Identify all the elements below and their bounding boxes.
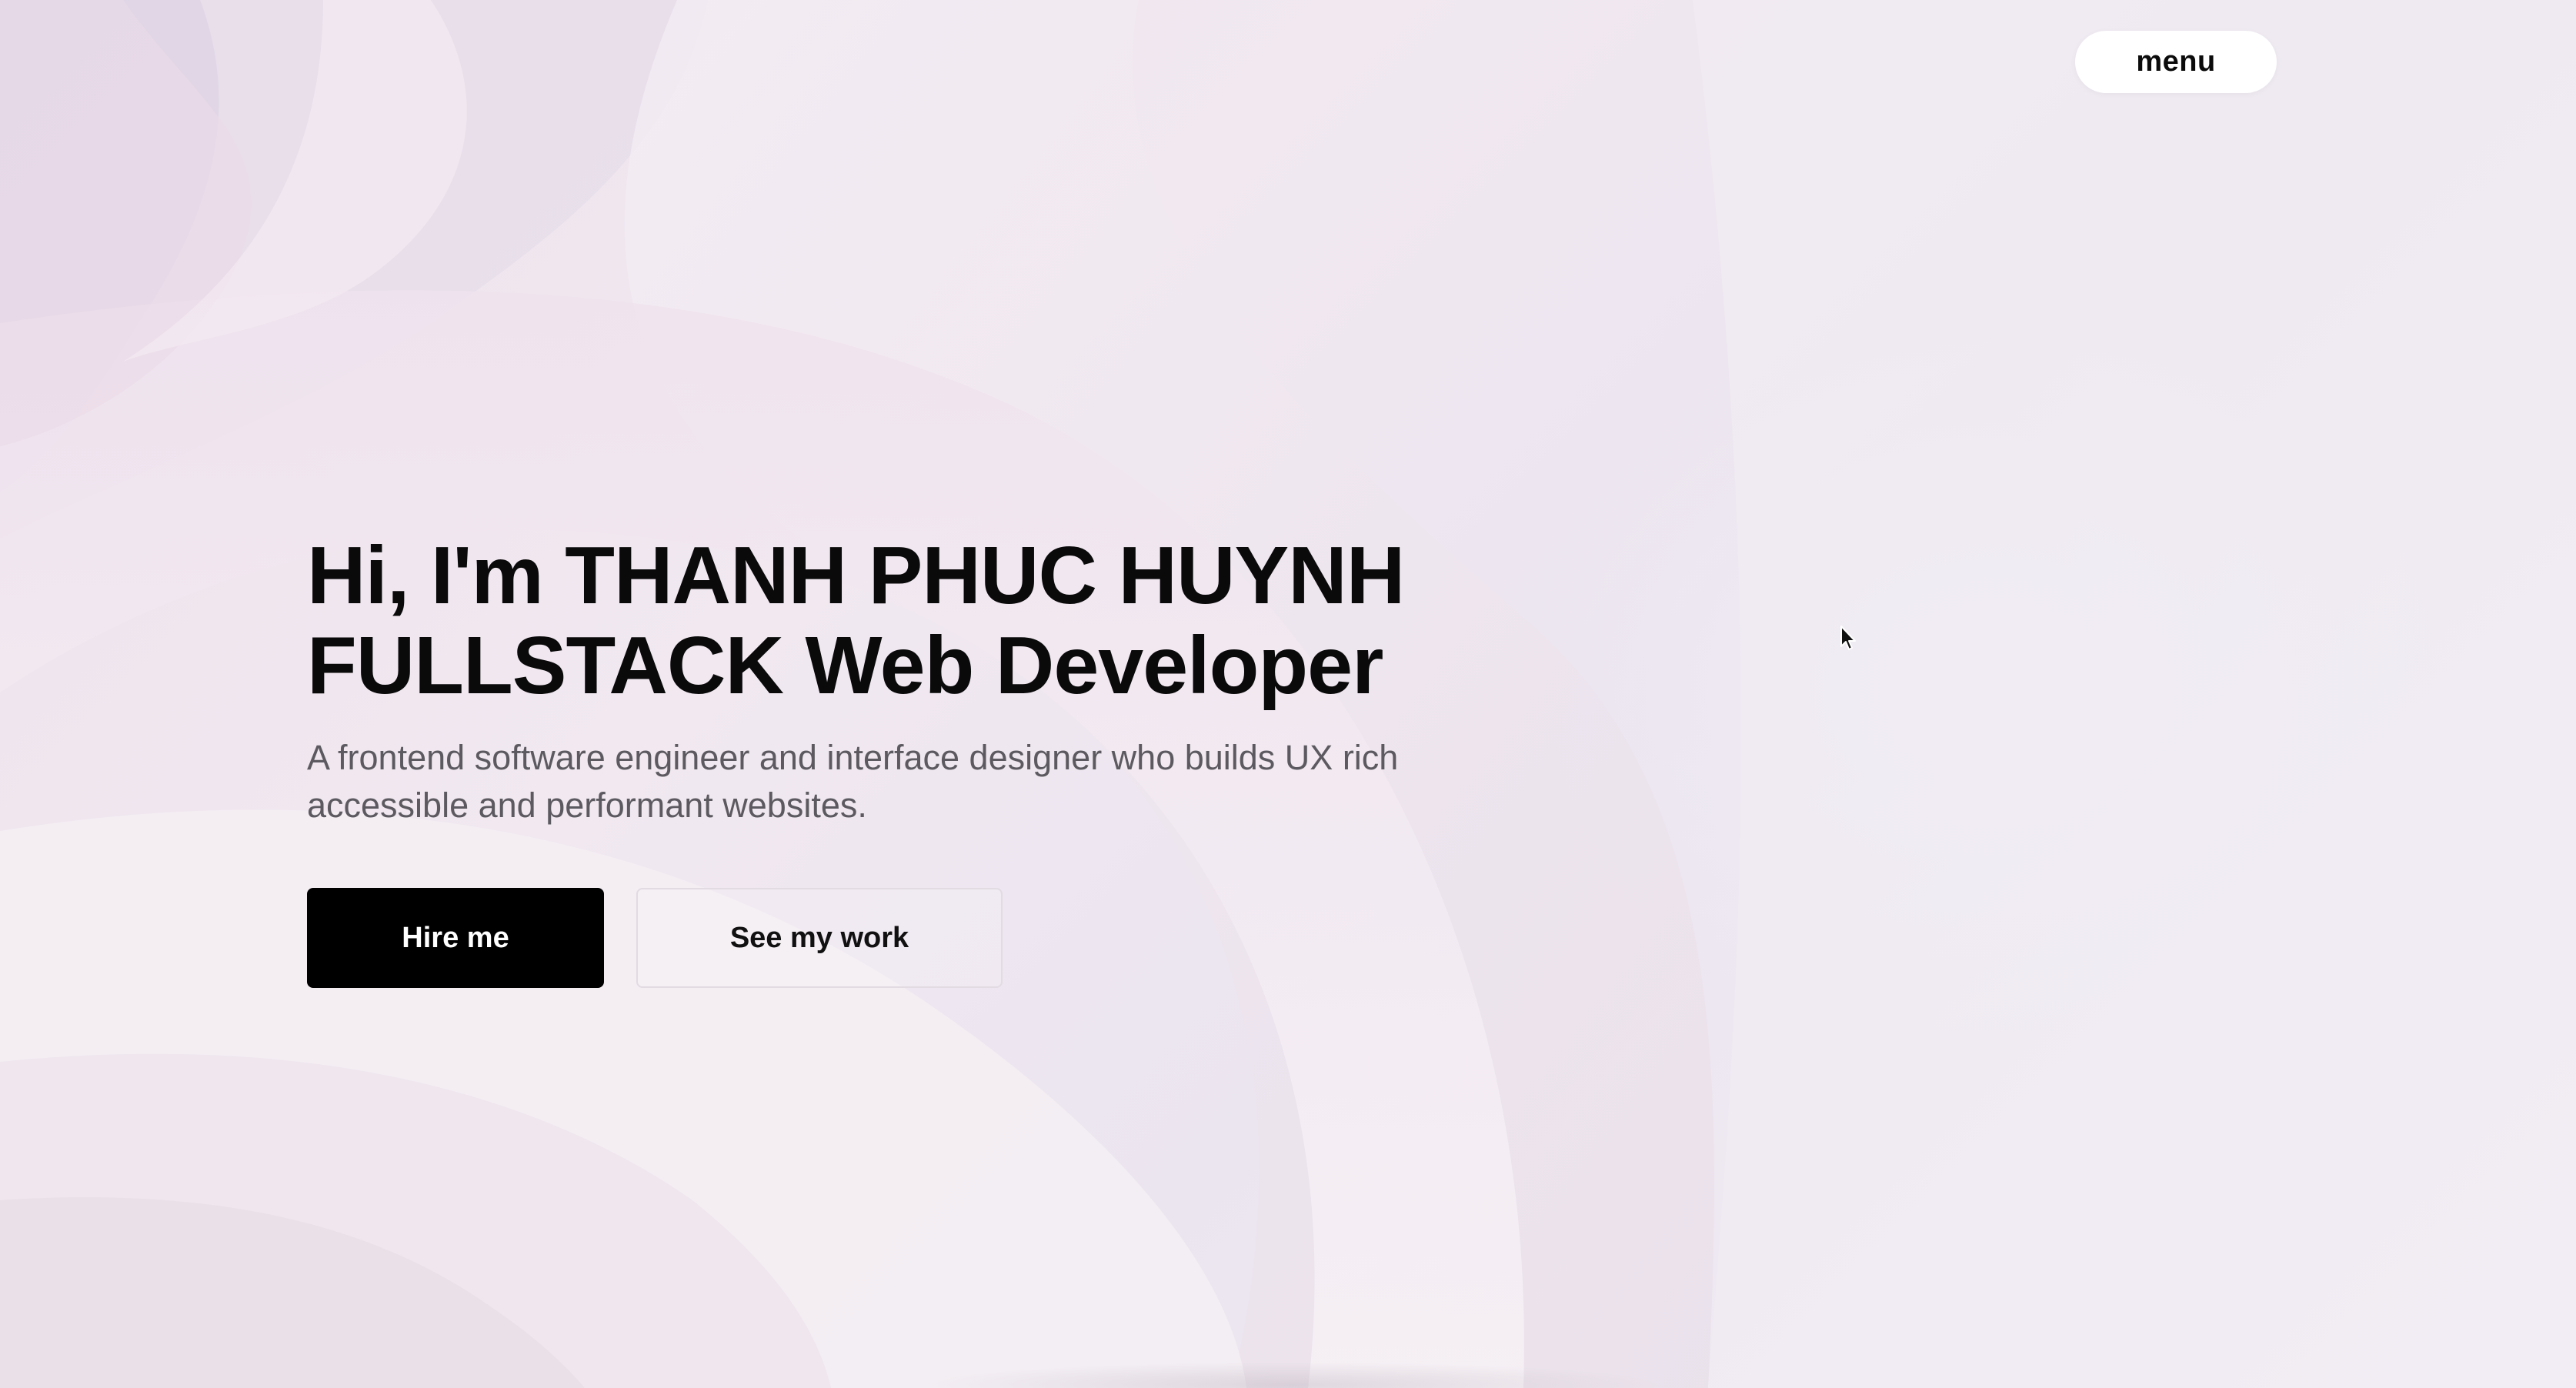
menu-button[interactable]: menu (2075, 31, 2277, 93)
bottom-shadow (923, 1362, 1662, 1388)
hero-section: Hi, I'm THANH PHUC HUYNH FULLSTACK Web D… (307, 531, 1615, 829)
hero-title-line-2: FULLSTACK Web Developer (307, 620, 1383, 711)
hero-title: Hi, I'm THANH PHUC HUYNH FULLSTACK Web D… (307, 531, 1615, 711)
hire-me-button[interactable]: Hire me (307, 888, 604, 988)
hero-actions: Hire me See my work (307, 888, 1003, 988)
hero-subtitle: A frontend software engineer and interfa… (307, 738, 1399, 825)
mouse-pointer-icon (1840, 626, 1856, 650)
see-my-work-button[interactable]: See my work (636, 888, 1003, 988)
hero-title-line-1: Hi, I'm THANH PHUC HUYNH (307, 530, 1405, 621)
